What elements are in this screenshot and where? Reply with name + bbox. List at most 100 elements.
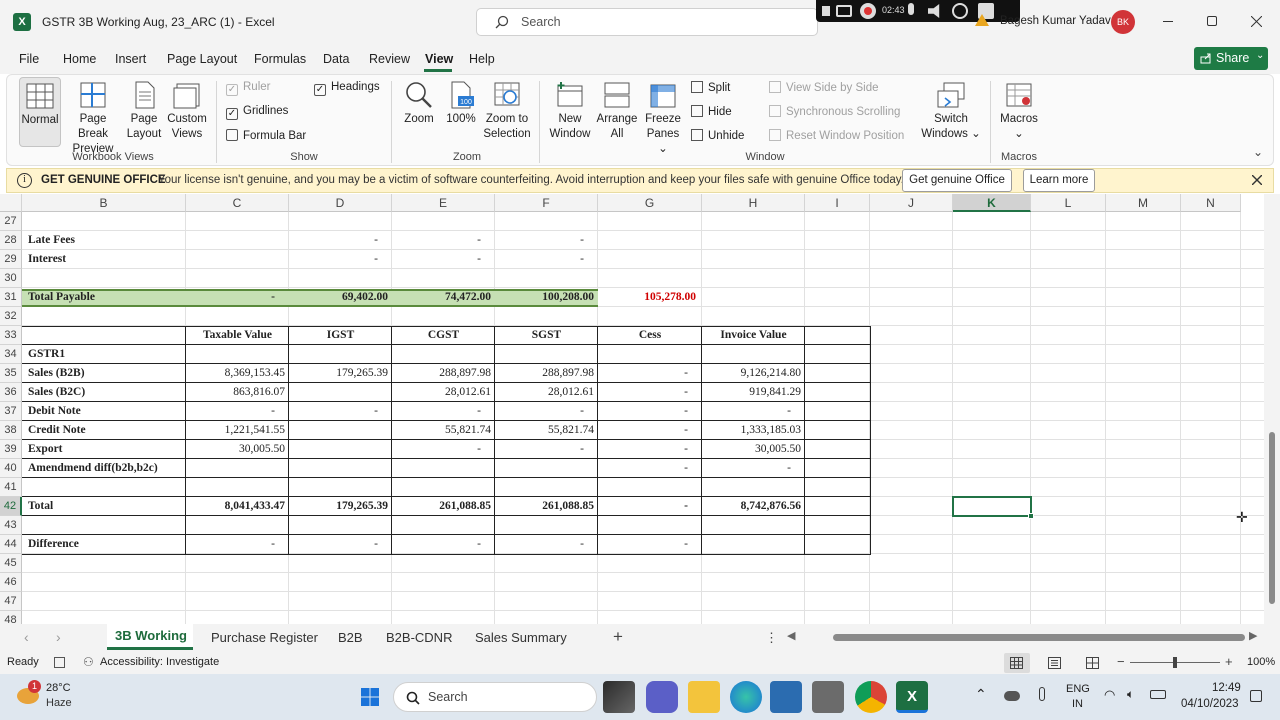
row-header-36[interactable]: 36 [0,383,22,402]
cell-g46[interactable] [598,573,702,592]
row-header-35[interactable]: 35 [0,364,22,383]
cell-g48[interactable] [598,611,702,624]
sheet-tab-b2b-cdnr[interactable]: B2B-CDNR [386,630,452,645]
cell-c46[interactable] [186,573,289,592]
cell-d46[interactable] [289,573,392,592]
speaker-icon[interactable] [928,4,940,18]
column-header-g[interactable]: G [598,194,702,212]
close-button[interactable] [1251,16,1262,27]
cell-f32[interactable] [495,307,598,326]
zoom-level[interactable]: 100% [1247,656,1275,668]
scroll-right-icon[interactable]: ▶ [1249,629,1257,642]
record-icon[interactable] [860,3,876,19]
sheet-tab-purchase-register[interactable]: Purchase Register [211,630,318,645]
column-header-d[interactable]: D [289,194,392,212]
cell-h31[interactable] [702,288,805,307]
switch-windows-button[interactable]: Switch Windows ⌄ [920,80,982,142]
cell-e30[interactable] [392,269,495,288]
cell-i46[interactable] [805,573,870,592]
menu-formulas[interactable]: Formulas [254,52,306,66]
cell-e48[interactable] [392,611,495,624]
cell-d48[interactable] [289,611,392,624]
cell-e46[interactable] [392,573,495,592]
vertical-scroll-thumb[interactable] [1269,432,1275,604]
page-break-view-icon[interactable] [1086,657,1099,669]
column-header-l[interactable]: L [1031,194,1106,212]
cell-g32[interactable] [598,307,702,326]
cell-b27[interactable] [22,212,186,231]
column-header-m[interactable]: M [1106,194,1181,212]
view-side-by-side-button[interactable]: View Side by Side [769,81,878,94]
taskbar-search[interactable]: Search [393,682,597,712]
menu-help[interactable]: Help [469,52,495,66]
row-header-45[interactable]: 45 [0,554,22,573]
cell-f45[interactable] [495,554,598,573]
cell-d32[interactable] [289,307,392,326]
learn-more-button[interactable]: Learn more [1023,169,1095,192]
accessibility-status[interactable]: Accessibility: Investigate [100,656,219,668]
menu-insert[interactable]: Insert [115,52,146,66]
sheet-tab-sales-summary[interactable]: Sales Summary [475,630,567,645]
row-header-43[interactable]: 43 [0,516,22,535]
sheet-tab-3b-working[interactable]: 3B Working [107,624,193,650]
ruler-checkbox[interactable]: ✓ Ruler [226,81,270,96]
formula-bar-checkbox[interactable]: Formula Bar [226,129,306,142]
row-header-30[interactable]: 30 [0,269,22,288]
row-header-40[interactable]: 40 [0,459,22,478]
column-header-b[interactable]: B [22,194,186,212]
cell-b28[interactable]: Late Fees [22,231,186,250]
menu-home[interactable]: Home [63,52,96,66]
cell-b48[interactable] [22,611,186,624]
menu-view[interactable]: View [425,52,453,66]
language-code[interactable]: ENG [1066,683,1090,695]
row-header-33[interactable]: 33 [0,326,22,345]
synchronous-scrolling-button[interactable]: Synchronous Scrolling [769,105,900,118]
cell-f48[interactable] [495,611,598,624]
clock-date[interactable]: 04/10/2023 [1181,698,1239,710]
cell-b45[interactable] [22,554,186,573]
cell-c45[interactable] [186,554,289,573]
chrome-icon[interactable] [855,681,887,713]
cell-e31[interactable]: 74,472.00 [392,288,495,307]
row-header-47[interactable]: 47 [0,592,22,611]
wifi-icon[interactable]: ◠ [1104,687,1115,703]
camera-icon[interactable] [836,5,852,17]
cell-e27[interactable] [392,212,495,231]
freeze-panes-button[interactable]: Freeze Panes ⌄ [641,80,685,157]
microphone-icon[interactable] [908,3,914,15]
row-header-29[interactable]: 29 [0,250,22,269]
column-header-i[interactable]: I [805,194,870,212]
cell-i48[interactable] [805,611,870,624]
cell-i30[interactable] [805,269,870,288]
show-hidden-icons[interactable]: ⌃ [975,686,987,703]
onedrive-icon[interactable] [1004,691,1020,701]
arrange-all-button[interactable]: Arrange All [595,80,639,142]
cell-d47[interactable] [289,592,392,611]
store-icon[interactable] [770,681,802,713]
more-options-icon[interactable]: ⋮ [765,630,778,646]
cell-g29[interactable] [598,250,702,269]
row-header-32[interactable]: 32 [0,307,22,326]
cell-d31[interactable]: 69,402.00 [289,288,392,307]
cell-e28[interactable]: - [392,231,495,250]
cell-c47[interactable] [186,592,289,611]
sheet-tab-b2b[interactable]: B2B [338,630,363,645]
search-box[interactable]: Search [476,8,818,36]
cell-d45[interactable] [289,554,392,573]
column-header-c[interactable]: C [186,194,289,212]
reset-window-position-button[interactable]: Reset Window Position [769,129,904,142]
cell-h29[interactable] [702,250,805,269]
select-all-corner[interactable] [0,194,22,212]
macros-button[interactable]: Macros ⌄ [995,80,1043,142]
windows-start-icon[interactable] [354,681,386,713]
cell-i27[interactable] [805,212,870,231]
user-avatar[interactable]: BK [1111,10,1135,34]
excel-taskbar-icon[interactable]: X [896,681,928,713]
cell-c27[interactable] [186,212,289,231]
cell-h46[interactable] [702,573,805,592]
cell-g31[interactable]: 105,278.00 [598,288,702,307]
cell-d28[interactable]: - [289,231,392,250]
row-header-41[interactable]: 41 [0,478,22,497]
column-header-e[interactable]: E [392,194,495,212]
new-window-button[interactable]: New Window [545,80,595,142]
